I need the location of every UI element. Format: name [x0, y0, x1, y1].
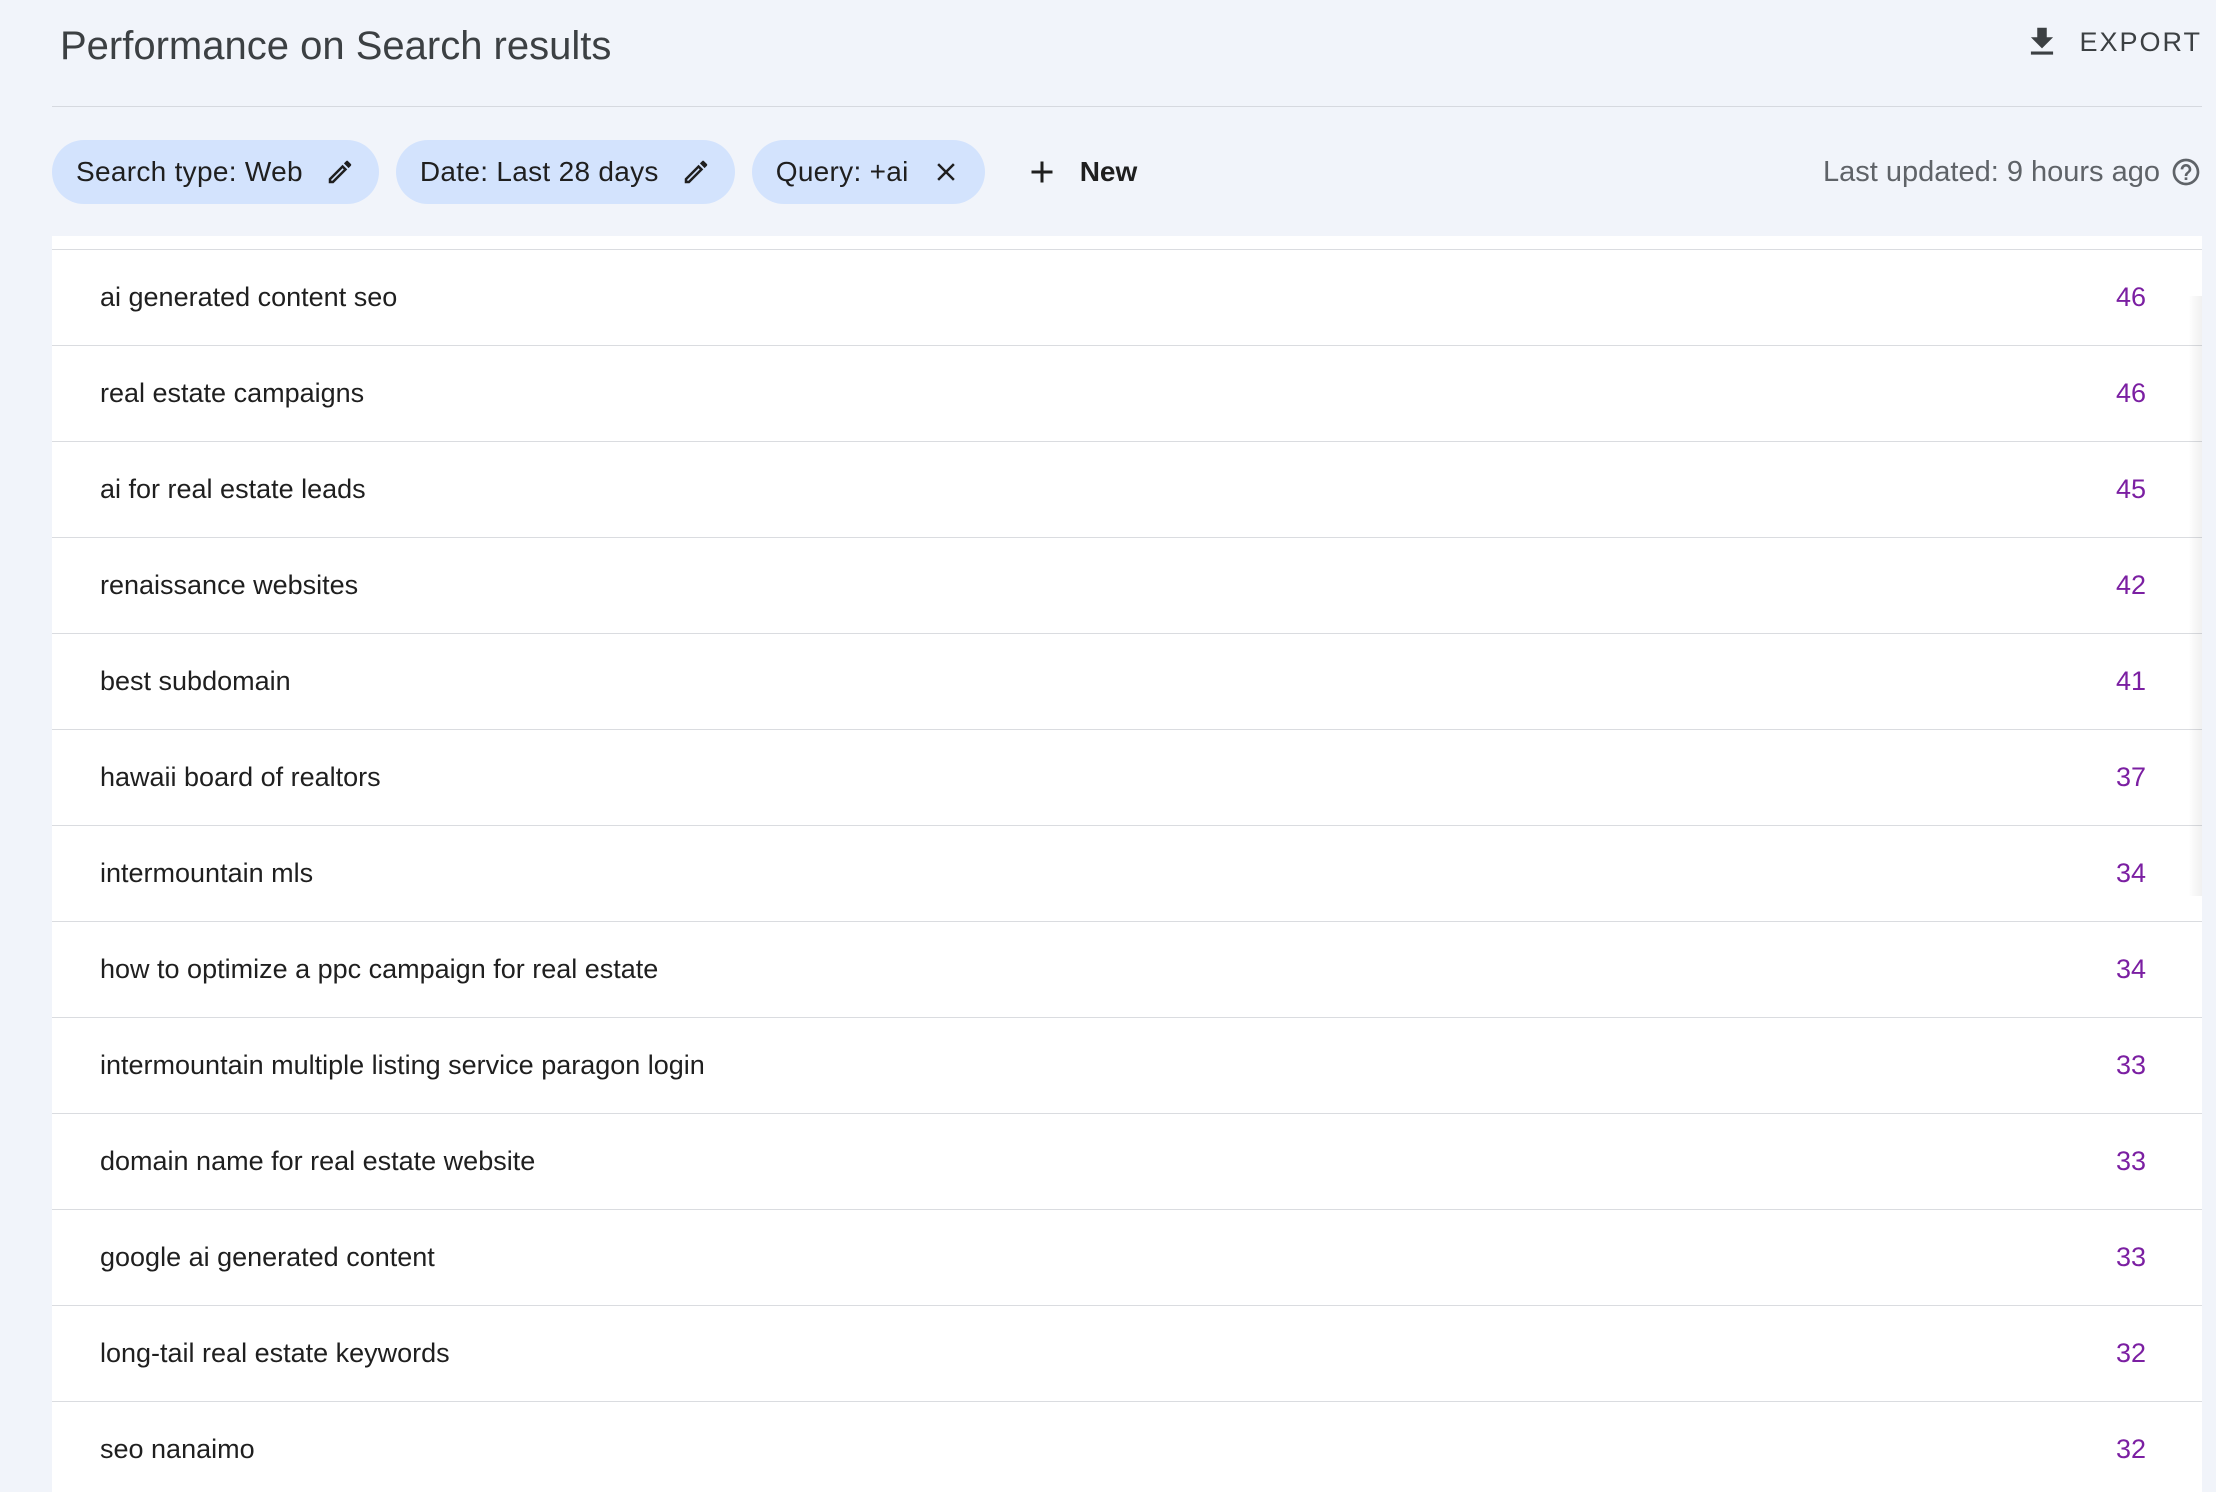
value-cell: 33 — [2115, 1050, 2146, 1080]
query-cell: intermountain multiple listing service p… — [100, 1050, 705, 1080]
chip-label: Date: Last 28 days — [419, 156, 659, 187]
page-title: Performance on Search results — [60, 24, 612, 68]
table-row[interactable]: intermountain mls 34 — [52, 826, 2202, 922]
query-cell: domain name for real estate website — [100, 1146, 536, 1176]
table-row[interactable]: domain name for real estate website 33 — [52, 1114, 2202, 1210]
query-cell: intermountain mls — [100, 858, 314, 888]
table-row[interactable]: long-tail real estate keywords 32 — [52, 1306, 2202, 1402]
page: Performance on Search results EXPORT Sea… — [0, 0, 2216, 1492]
value-cell: 33 — [2115, 1146, 2146, 1176]
query-cell: renaissance websites — [100, 570, 359, 600]
new-filter-button[interactable]: New — [1024, 140, 1138, 204]
query-cell: google ai generated content — [100, 1242, 435, 1272]
filter-chip-search-type[interactable]: Search type: Web — [52, 140, 379, 204]
value-cell: 37 — [2115, 762, 2146, 792]
value-cell: 45 — [2115, 474, 2146, 504]
value-cell: 32 — [2115, 1434, 2146, 1464]
filter-chip-query[interactable]: Query: +ai — [751, 140, 985, 204]
table-row[interactable]: hawaii board of realtors 37 — [52, 730, 2202, 826]
value-cell: 46 — [2115, 378, 2146, 408]
help-icon[interactable] — [2170, 156, 2202, 188]
query-cell: seo nanaimo — [100, 1434, 255, 1464]
query-cell: hawaii board of realtors — [100, 762, 381, 792]
query-cell: ai for real estate leads — [100, 474, 366, 504]
value-cell: 46 — [2115, 282, 2146, 312]
chip-label: Query: +ai — [775, 156, 909, 187]
table-row[interactable]: intermountain multiple listing service p… — [52, 1018, 2202, 1114]
query-cell: real estate campaigns — [100, 378, 365, 408]
value-cell: 32 — [2115, 1338, 2146, 1368]
queries-table: ai generated content seo 46 real estate ca… — [52, 236, 2202, 1492]
table-body: ai generated content seo 46 real estate ca… — [52, 250, 2202, 1492]
table-row[interactable]: ai for real estate leads 45 — [52, 442, 2202, 538]
table-row[interactable]: best subdomain 41 — [52, 634, 2202, 730]
scroll-shadow — [2188, 296, 2202, 896]
query-cell: ai generated content seo — [100, 282, 398, 312]
table-row[interactable]: renaissance websites 42 — [52, 538, 2202, 634]
value-cell: 33 — [2115, 1242, 2146, 1272]
value-cell: 34 — [2115, 954, 2146, 984]
header: Performance on Search results EXPORT — [52, 0, 2202, 107]
last-updated-text: Last updated: 9 hours ago — [1823, 155, 2160, 188]
value-cell: 42 — [2115, 570, 2146, 600]
plus-icon — [1031, 161, 1053, 183]
filter-bar: Search type: Web Date: Last 28 days Quer… — [52, 140, 2202, 204]
chip-label: Search type: Web — [76, 156, 303, 187]
export-button[interactable]: EXPORT — [2023, 20, 2202, 64]
export-label: EXPORT — [2079, 26, 2202, 57]
close-icon[interactable] — [931, 157, 961, 187]
pencil-icon[interactable] — [325, 157, 355, 187]
pencil-icon[interactable] — [681, 157, 711, 187]
table-row[interactable]: real estate campaigns 46 — [52, 346, 2202, 442]
new-filter-label: New — [1079, 156, 1138, 187]
query-cell: long-tail real estate keywords — [100, 1338, 450, 1368]
table-row[interactable]: how to optimize a ppc campaign for real … — [52, 922, 2202, 1018]
last-updated: Last updated: 9 hours ago — [1823, 140, 2202, 204]
table-row[interactable]: google ai generated content 33 — [52, 1210, 2202, 1306]
download-icon — [2031, 27, 2054, 55]
query-cell: how to optimize a ppc campaign for real … — [100, 954, 659, 984]
value-cell: 41 — [2115, 666, 2146, 696]
value-cell: 34 — [2115, 858, 2146, 888]
table-row[interactable]: ai generated content seo 46 — [52, 250, 2202, 346]
table-row[interactable]: seo nanaimo 32 — [52, 1402, 2202, 1492]
table-divider — [52, 236, 2202, 250]
filter-chip-date[interactable]: Date: Last 28 days — [395, 140, 735, 204]
query-cell: best subdomain — [100, 666, 291, 696]
